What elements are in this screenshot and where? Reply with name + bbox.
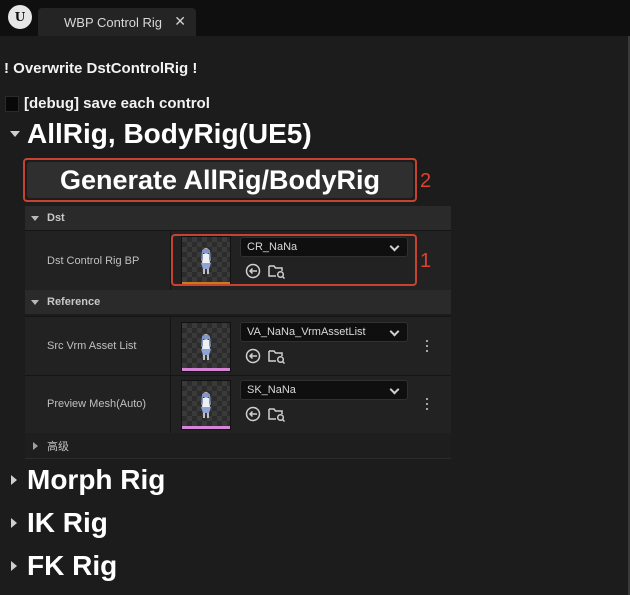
expand-arrow-icon [11, 518, 17, 528]
expand-arrow-icon [33, 441, 38, 450]
generate-button-label: Generate AllRig/BodyRig [59, 164, 381, 195]
section-title: Morph Rig [27, 464, 166, 495]
debug-option: [debug] save each control [5, 95, 210, 112]
debug-checkbox[interactable] [5, 95, 19, 112]
highlight-box-1 [171, 234, 417, 286]
asset-picker-dropdown[interactable]: SK_NaNa [240, 380, 408, 400]
advanced-label: 高级 [47, 439, 69, 453]
tab-label: WBP Control Rig [64, 14, 163, 30]
category-reference[interactable]: Reference [25, 290, 451, 314]
kebab-menu-icon[interactable] [421, 338, 433, 354]
section-fk-rig[interactable]: FK Rig [10, 550, 117, 582]
collapse-arrow-icon [31, 215, 39, 221]
chevron-down-icon [389, 384, 400, 395]
asset-picker-value: SK_NaNa [247, 384, 296, 396]
property-row-src-vrm-asset-list: Src Vrm Asset List VA_NaNa_VrmAssetList [25, 316, 451, 375]
asset-type-bar [182, 368, 230, 371]
property-label: Src Vrm Asset List [47, 340, 137, 352]
asset-type-bar [182, 426, 230, 429]
category-label: Dst [47, 212, 65, 224]
arrow-back-circle-icon [245, 348, 261, 364]
annotation-2: 2 [420, 170, 432, 192]
asset-thumbnail[interactable] [181, 380, 231, 430]
property-label: Preview Mesh(Auto) [47, 398, 147, 410]
section-allrig[interactable]: AllRig, BodyRig(UE5) [10, 118, 312, 150]
use-selected-button[interactable] [244, 347, 262, 365]
annotation-1: 1 [420, 250, 432, 272]
debug-label: [debug] save each control [24, 95, 210, 112]
section-title: FK Rig [27, 550, 118, 581]
advanced-expander[interactable]: 高级 [25, 433, 451, 459]
collapse-arrow-icon [31, 299, 39, 305]
column-divider [170, 317, 171, 375]
generate-button[interactable]: Generate AllRig/BodyRig [27, 162, 413, 198]
tab-wbp-control-rig[interactable]: WBP Control Rig ✕ [38, 8, 196, 36]
section-ik-rig[interactable]: IK Rig [10, 507, 108, 539]
folder-search-icon [268, 350, 286, 364]
section-morph-rig[interactable]: Morph Rig [10, 464, 165, 496]
collapse-arrow-icon [10, 131, 20, 137]
asset-picker-dropdown[interactable]: VA_NaNa_VrmAssetList [240, 322, 408, 342]
expand-arrow-icon [11, 475, 17, 485]
column-divider [170, 376, 171, 433]
chevron-down-icon [389, 326, 400, 337]
folder-search-icon [268, 408, 286, 422]
overwrite-warning: ! Overwrite DstControlRig ! [4, 60, 198, 77]
category-dst[interactable]: Dst [25, 206, 451, 230]
asset-thumbnail[interactable] [181, 322, 231, 372]
arrow-back-circle-icon [245, 406, 261, 422]
property-label: Dst Control Rig BP [47, 255, 140, 267]
asset-picker-value: VA_NaNa_VrmAssetList [247, 326, 366, 338]
expand-arrow-icon [11, 561, 17, 571]
category-label: Reference [47, 296, 101, 308]
browse-button[interactable] [268, 347, 286, 365]
title-bar: U WBP Control Rig ✕ [0, 0, 630, 36]
property-row-preview-mesh: Preview Mesh(Auto) SK_NaNa [25, 375, 451, 433]
character-figure-icon [201, 334, 211, 360]
kebab-menu-icon[interactable] [421, 396, 433, 412]
use-selected-button[interactable] [244, 405, 262, 423]
character-figure-icon [201, 392, 211, 418]
section-title: AllRig, BodyRig(UE5) [27, 118, 312, 149]
section-title: IK Rig [27, 507, 108, 538]
unreal-logo-icon[interactable]: U [8, 5, 32, 29]
browse-button[interactable] [268, 405, 286, 423]
close-icon[interactable]: ✕ [174, 13, 186, 30]
